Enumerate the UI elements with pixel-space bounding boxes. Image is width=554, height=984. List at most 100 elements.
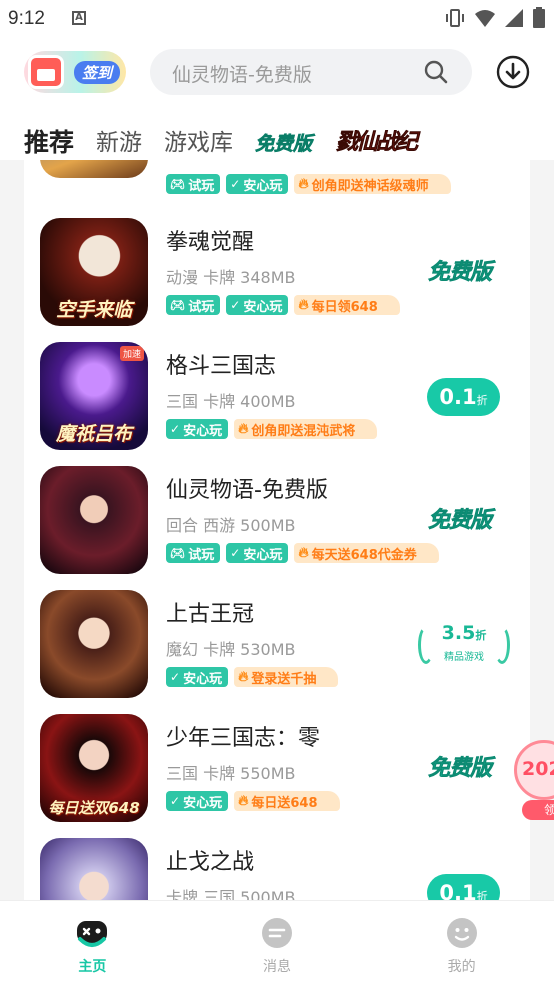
- tag-safe: ✓ 安心玩: [166, 667, 229, 687]
- calendar-icon: [28, 55, 64, 89]
- shield-check-icon: ✓: [230, 177, 241, 191]
- notification-icon: A: [72, 11, 86, 25]
- tag-promo: 🔥︎ 创角即送混沌武将: [234, 419, 378, 439]
- flame-icon: 🔥︎: [298, 297, 309, 313]
- icon-caption: 魔祇吕布: [55, 423, 132, 445]
- icon-badge: 加速: [119, 346, 144, 361]
- nav-profile[interactable]: 我的: [369, 901, 554, 984]
- tab-game-library[interactable]: 游戏库: [164, 126, 233, 160]
- free-version-badge[interactable]: 免费版: [428, 254, 493, 286]
- gamepad-icon: 🎮︎: [170, 546, 186, 560]
- shield-check-icon: ✓: [230, 546, 241, 560]
- bottom-nav: 主页 消息 我的: [0, 900, 554, 984]
- signin-button[interactable]: 签到: [24, 51, 126, 93]
- tag-trial: 🎮︎ 试玩: [166, 295, 221, 315]
- header: 签到 仙灵物语-免费版 推荐 新游 游戏库 免费版 戮仙战纪: [0, 38, 554, 160]
- promo-claim-button[interactable]: 领: [522, 800, 554, 820]
- search-placeholder: 仙灵物语-免费版: [172, 64, 312, 86]
- shield-check-icon: ✓: [170, 794, 181, 808]
- game-name: 拳魂觉醒: [166, 230, 255, 255]
- game-icon: [40, 590, 148, 698]
- free-version-badge[interactable]: 免费版: [428, 502, 493, 534]
- game-tags: ✓ 安心玩 🔥︎ 每日送648: [166, 791, 340, 811]
- floating-promo[interactable]: 202 领: [514, 740, 554, 822]
- game-name: 上古王冠: [166, 602, 255, 627]
- game-name: 止戈之战: [166, 850, 255, 875]
- tag-safe: ✓ 安心玩: [166, 791, 229, 811]
- game-meta: 回合 西游 500MB: [166, 516, 296, 535]
- game-name: 格斗三国志: [166, 354, 277, 379]
- signal-icon: [505, 9, 523, 27]
- game-tags: 🎮︎ 试玩 ✓ 安心玩 🔥︎ 创角即送神话级魂师: [166, 174, 451, 194]
- list-item[interactable]: 🎮︎ 试玩 ✓ 安心玩 🔥︎ 创角即送神话级魂师: [24, 160, 530, 194]
- gamepad-icon: 🎮︎: [170, 298, 186, 312]
- tab-featured-game-logo[interactable]: 戮仙战纪: [336, 124, 419, 156]
- list-item[interactable]: 空手来临 拳魂觉醒 动漫 卡牌 348MB 🎮︎ 试玩 ✓ 安心玩 🔥︎ 每日领648…: [24, 210, 530, 334]
- status-bar: 9:12 A: [0, 0, 554, 38]
- game-icon: 空手来临: [40, 218, 148, 326]
- category-tabs: 推荐 新游 游戏库 免费版 戮仙战纪: [24, 120, 419, 160]
- list-item[interactable]: 加速 魔祇吕布 格斗三国志 三国 卡牌 400MB ✓ 安心玩 🔥︎ 创角即送混沌武…: [24, 334, 530, 458]
- premium-caption: 精品游戏: [444, 652, 484, 663]
- discount-badge[interactable]: 0.1折: [427, 378, 500, 416]
- game-tags: ✓ 安心玩 🔥︎ 登录送千抽: [166, 667, 339, 687]
- search-icon[interactable]: [424, 60, 448, 84]
- smiley-face-icon: [446, 918, 477, 948]
- flame-icon: 🔥︎: [238, 669, 249, 685]
- icon-caption: 空手来临: [55, 299, 132, 321]
- game-tags: ✓ 安心玩 🔥︎ 创角即送混沌武将: [166, 419, 378, 439]
- shield-check-icon: ✓: [170, 670, 181, 684]
- tag-trial: 🎮︎ 试玩: [166, 174, 221, 194]
- list-item[interactable]: 仙灵物语-免费版 回合 西游 500MB 🎮︎ 试玩 ✓ 安心玩 🔥︎ 每天送648代…: [24, 458, 530, 582]
- game-icon: 每日送双648: [40, 714, 148, 822]
- tag-promo: 🔥︎ 每日送648: [234, 791, 340, 811]
- nav-home-label: 主页: [78, 959, 107, 975]
- list-item[interactable]: 上古王冠 魔幻 卡牌 530MB ✓ 安心玩 🔥︎ 登录送千抽 3.5折 精品游戏: [24, 582, 530, 706]
- gamepad-icon: 🎮︎: [170, 177, 186, 191]
- tab-recommend[interactable]: 推荐: [24, 126, 74, 160]
- game-name: 少年三国志：零: [166, 726, 321, 751]
- shield-check-icon: ✓: [230, 298, 241, 312]
- game-list: 🎮︎ 试玩 ✓ 安心玩 🔥︎ 创角即送神话级魂师 空手来临 拳魂觉醒 动漫 卡牌 34…: [24, 160, 530, 920]
- game-meta: 三国 卡牌 400MB: [166, 392, 296, 411]
- promo-year-text: 202: [522, 758, 554, 780]
- game-meta: 三国 卡牌 550MB: [166, 764, 296, 783]
- status-time: 9:12: [8, 8, 45, 29]
- tag-safe: ✓ 安心玩: [226, 543, 289, 563]
- wifi-icon: [475, 10, 495, 27]
- vibrate-icon: [446, 9, 464, 27]
- download-icon[interactable]: [496, 55, 530, 89]
- game-icon: 加速 魔祇吕布: [40, 342, 148, 450]
- tag-safe: ✓ 安心玩: [226, 174, 289, 194]
- flame-icon: 🔥︎: [298, 176, 309, 192]
- tag-safe: ✓ 安心玩: [226, 295, 289, 315]
- tab-free-version[interactable]: 免费版: [255, 129, 313, 156]
- shield-check-icon: ✓: [170, 422, 181, 436]
- tag-promo: 🔥︎ 登录送千抽: [234, 667, 339, 687]
- battery-icon: [533, 7, 545, 28]
- nav-messages[interactable]: 消息: [185, 901, 370, 984]
- nav-profile-label: 我的: [447, 959, 476, 975]
- flame-icon: 🔥︎: [238, 421, 249, 437]
- flame-icon: 🔥︎: [238, 793, 249, 809]
- tag-safe: ✓ 安心玩: [166, 419, 229, 439]
- premium-discount-badge[interactable]: 3.5折 精品游戏: [416, 622, 512, 670]
- message-icon: [262, 918, 292, 948]
- tab-new-games[interactable]: 新游: [96, 126, 142, 160]
- list-item[interactable]: 每日送双648 少年三国志：零 三国 卡牌 550MB ✓ 安心玩 🔥︎ 每日送64…: [24, 706, 530, 830]
- game-icon: [40, 466, 148, 574]
- search-bar[interactable]: 仙灵物语-免费版: [150, 49, 472, 95]
- game-icon: [40, 160, 148, 178]
- game-meta: 魔幻 卡牌 530MB: [166, 640, 296, 659]
- game-tags: 🎮︎ 试玩 ✓ 安心玩 🔥︎ 每日领648: [166, 295, 400, 315]
- flame-icon: 🔥︎: [298, 545, 309, 561]
- game-name: 仙灵物语-免费版: [166, 478, 328, 503]
- game-meta: 动漫 卡牌 348MB: [166, 268, 296, 287]
- gamepad-icon: [77, 921, 108, 947]
- nav-home[interactable]: 主页: [0, 901, 185, 984]
- app-screen: 9:12 A 签到 仙灵物语-免费版 推荐 新游 游戏库 免费版 戮仙战纪 🎮︎…: [0, 0, 554, 984]
- status-icons: [444, 7, 546, 29]
- free-version-badge[interactable]: 免费版: [428, 750, 493, 782]
- signin-label: 签到: [74, 61, 121, 84]
- game-tags: 🎮︎ 试玩 ✓ 安心玩 🔥︎ 每天送648代金券: [166, 543, 439, 563]
